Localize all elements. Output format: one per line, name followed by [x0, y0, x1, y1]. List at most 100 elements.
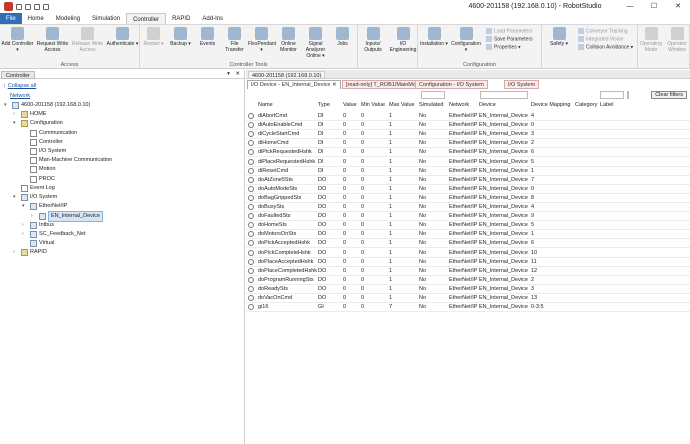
- tree-item-home[interactable]: › HOME: [13, 110, 47, 119]
- ribbon-item-conveyor-tracking[interactable]: Conveyor Tracking: [578, 28, 628, 35]
- expand-icon[interactable]: ▾: [13, 193, 19, 202]
- ribbon-button-configuration[interactable]: Configuration ▾: [450, 27, 482, 53]
- cell-name[interactable]: diResetCmd: [258, 167, 318, 176]
- subtab-0[interactable]: I/O Device - EN_Internal_Device ✕: [247, 80, 341, 89]
- table-row[interactable]: gi16 GI 0 0 7 No EtherNet/IP EN_Internal_Device…: [246, 303, 690, 313]
- minimize-button[interactable]: —: [618, 0, 642, 13]
- cell-name[interactable]: diCycleStartCmd: [258, 130, 318, 139]
- ribbon-button-inputs-outputs[interactable]: Inputs/ Outputs: [358, 27, 388, 53]
- cell-name[interactable]: doAtZone5Sts: [258, 176, 318, 185]
- expand-icon[interactable]: ▾: [13, 119, 19, 128]
- column-header-simulated[interactable]: Simulated: [419, 101, 449, 110]
- expand-icon[interactable]: ›: [22, 221, 28, 230]
- table-row[interactable]: diAutoEnableCmd DI 0 0 1 No EtherNet/IP EN_Inte…: [246, 121, 690, 131]
- menu-modeling[interactable]: Modeling: [50, 13, 86, 24]
- maximize-button[interactable]: ☐: [642, 0, 666, 13]
- cell-name[interactable]: doHomeSts: [258, 221, 318, 230]
- column-header-device-mapping[interactable]: Device Mapping: [531, 101, 575, 110]
- table-row[interactable]: doMotorsOnSts DO 0 0 1 No EtherNet/IP EN_Intern…: [246, 230, 690, 240]
- ribbon-item-integrated-vision[interactable]: Integrated Vision: [578, 36, 623, 43]
- column-header-category[interactable]: Category: [575, 101, 600, 110]
- tree-item-communication[interactable]: Communication: [22, 129, 77, 138]
- ribbon-button-operating-mode[interactable]: Operating Mode: [638, 27, 664, 53]
- ribbon-button-safety[interactable]: Safety ▾: [542, 27, 576, 47]
- table-row[interactable]: diPickRequestedHshk DI 0 0 1 No EtherNet/IP EN_…: [246, 148, 690, 158]
- cell-name[interactable]: doMotorsOnSts: [258, 230, 318, 239]
- panel-pin-close-icon[interactable]: ▾ ✕: [227, 71, 242, 77]
- cell-name[interactable]: diPickRequestedHshk: [258, 148, 318, 157]
- cell-name[interactable]: doFaultedSts: [258, 212, 318, 221]
- table-row[interactable]: diPlaceRequestedHshk DI 0 0 1 No EtherNet/IP EN…: [246, 158, 690, 167]
- column-header-max-value[interactable]: Max Value: [389, 101, 419, 110]
- column-header-type[interactable]: Type: [318, 101, 343, 110]
- table-row[interactable]: doFaultedSts DO 0 0 1 No EtherNet/IP EN_Interna…: [246, 212, 690, 222]
- tree-item-virtual[interactable]: Virtual: [22, 239, 55, 248]
- table-row[interactable]: diCycleStartCmd DI 0 0 1 No EtherNet/IP EN_Inte…: [246, 130, 690, 140]
- ribbon-button-release-write-access[interactable]: Release Write Access: [70, 27, 105, 53]
- cell-name[interactable]: doVacOnCmd: [258, 294, 318, 303]
- expand-icon[interactable]: ›: [22, 230, 28, 239]
- menu-simulation[interactable]: Simulation: [86, 13, 126, 24]
- table-row[interactable]: doReadySts DO 0 0 1 No EtherNet/IP EN_Internal_…: [246, 285, 690, 294]
- tree-item-motion[interactable]: Motion: [22, 165, 56, 174]
- subtab-2[interactable]: Configuration - I/O System: [415, 80, 488, 89]
- tree-item-sc-feedback-net[interactable]: › SC_Feedback_Net: [22, 230, 85, 239]
- network-filter[interactable]: [421, 91, 445, 99]
- menu-file[interactable]: File: [0, 13, 22, 24]
- ribbon-button-add-controller[interactable]: Add Controller ▾: [0, 27, 35, 53]
- cell-name[interactable]: diAutoEnableCmd: [258, 121, 318, 130]
- cell-name[interactable]: doPlaceAcceptedHshk: [258, 258, 318, 267]
- menu-home[interactable]: Home: [22, 13, 50, 24]
- table-row[interactable]: doBusySts DO 0 0 1 No EtherNet/IP EN_Internal_D…: [246, 203, 690, 212]
- table-row[interactable]: doPickCompleteHshk DO 0 0 1 No EtherNet/IP EN_I…: [246, 249, 690, 258]
- device-filter[interactable]: [480, 91, 528, 99]
- expand-icon[interactable]: ▾: [4, 101, 10, 110]
- ribbon-button-operator-window[interactable]: Operator Window: [664, 27, 690, 53]
- tree-item-4600-201158-192-168-0-10[interactable]: ▾ 4600-201158 (192.168.0.10): [4, 101, 90, 110]
- table-row[interactable]: doAutoModeSts DO 0 0 1 No EtherNet/IP EN_Intern…: [246, 185, 690, 194]
- ribbon-item-load-parameters[interactable]: Load Parameters: [486, 28, 532, 35]
- cell-name[interactable]: doBusySts: [258, 203, 318, 212]
- tab-controller-document[interactable]: 4600-201158 (192.168.0.10): [248, 71, 326, 79]
- menu-rapid[interactable]: RAPID: [166, 13, 196, 24]
- tree-item-i-o-system[interactable]: I/O System: [22, 147, 66, 156]
- tree-item-controller[interactable]: Controller: [22, 138, 63, 147]
- menu-add-ins[interactable]: Add-Ins: [196, 13, 229, 24]
- table-row[interactable]: diResetCmd DI 0 0 1 No EtherNet/IP EN_Internal_…: [246, 167, 690, 176]
- ribbon-button-installation[interactable]: Installation ▾: [418, 27, 450, 47]
- column-header-network[interactable]: Network: [449, 101, 479, 110]
- cell-name[interactable]: diPlaceRequestedHshk: [258, 158, 318, 167]
- column-header-device[interactable]: Device: [479, 101, 531, 110]
- tree-item-proc[interactable]: PROC: [22, 175, 55, 184]
- table-row[interactable]: diHomeCmd DI 0 0 1 No EtherNet/IP EN_Internal_D…: [246, 139, 690, 149]
- table-row[interactable]: doBagGrippedSts DO 0 0 1 No EtherNet/IP EN_Inte…: [246, 194, 690, 203]
- table-row[interactable]: doPlaceAcceptedHshk DO 0 0 1 No EtherNet/IP EN_…: [246, 258, 690, 267]
- ribbon-button-flexpendant[interactable]: FlexPendant ▾: [248, 27, 276, 53]
- tree-item-ethernet-ip[interactable]: ▾ EtherNet/IP: [22, 202, 67, 211]
- ribbon-button-backup[interactable]: Backup ▾: [167, 27, 194, 47]
- menu-controller[interactable]: Controller: [126, 13, 167, 24]
- ribbon-button-events[interactable]: Events: [194, 27, 221, 47]
- expand-icon[interactable]: ›: [13, 248, 19, 257]
- table-row[interactable]: diAbortCmd DI 0 0 1 No EtherNet/IP EN_Internal_…: [246, 112, 690, 121]
- table-row[interactable]: doHomeSts DO 0 0 1 No EtherNet/IP EN_Internal_D…: [246, 221, 690, 231]
- ribbon-button-request-write-access[interactable]: Request Write Access: [35, 27, 70, 53]
- column-header-min-value[interactable]: Min Value: [361, 101, 389, 110]
- tree-item-event-log[interactable]: Event Log: [13, 184, 55, 193]
- cell-name[interactable]: diHomeCmd: [258, 139, 318, 148]
- ribbon-item-collision-avoidance[interactable]: Collision Avoidance ▾: [578, 44, 633, 51]
- cell-name[interactable]: doBagGrippedSts: [258, 194, 318, 203]
- expand-icon[interactable]: ›: [13, 110, 19, 119]
- ribbon-button-online-monitor[interactable]: Online Monitor: [275, 27, 302, 53]
- table-row[interactable]: doVacOnCmd DO 0 0 1 No EtherNet/IP EN_Internal_…: [246, 294, 690, 303]
- ribbon-button-jobs[interactable]: Jobs: [329, 27, 356, 47]
- column-header-name[interactable]: Name: [258, 101, 318, 110]
- ribbon-item-save-parameters[interactable]: Save Parameters: [486, 36, 533, 43]
- table-row[interactable]: doPlaceCompletedHshk DO 0 0 1 No EtherNet/IP EN…: [246, 267, 690, 276]
- ribbon-button-signal-analyzer-online[interactable]: Signal Analyzer Online ▾: [302, 27, 329, 59]
- column-header-value[interactable]: Value: [343, 101, 361, 110]
- tree-item-man-machine-communication[interactable]: Man-Machine Communication: [22, 156, 112, 165]
- tree-item-rapid[interactable]: › RAPID: [13, 248, 47, 257]
- table-row[interactable]: doPickAcceptedHshk DO 0 0 1 No EtherNet/IP EN_I…: [246, 239, 690, 249]
- cell-name[interactable]: gi16: [258, 303, 318, 312]
